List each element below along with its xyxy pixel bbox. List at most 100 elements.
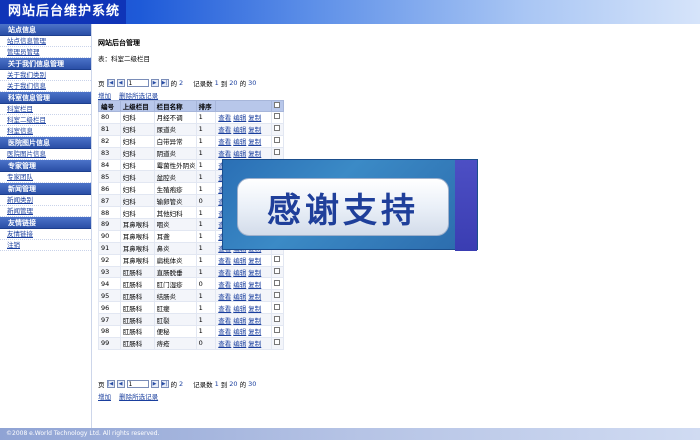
sidebar-item-site-info[interactable]: 站点信息管理 [0,36,91,47]
copy-link[interactable]: 复制 [248,269,261,277]
view-link[interactable]: 查看 [218,328,231,336]
edit-link[interactable]: 编辑 [233,317,246,325]
sidebar-link[interactable]: 友情链接 [7,230,33,238]
copy-link[interactable]: 复制 [248,281,261,289]
cell-parent: 肛肠科 [119,277,155,291]
edit-link[interactable]: 编辑 [233,281,246,289]
sidebar-link[interactable]: 管理员管理 [7,48,40,56]
row-checkbox[interactable] [274,268,281,275]
cell-id: 89 [98,218,121,231]
sidebar-item-friend-links[interactable]: 友情链接 [0,229,91,240]
page-number-input[interactable] [126,380,149,388]
last-page-button[interactable]: ▶| [160,380,169,388]
sidebar-item-hospital-images[interactable]: 医院图片信息 [0,149,91,160]
row-checkbox[interactable] [274,113,281,120]
sidebar-item-logout[interactable]: 注销 [0,240,91,251]
view-link[interactable]: 查看 [218,340,231,348]
view-link[interactable]: 查看 [218,293,231,301]
cell-ops: 查看编辑复制 [215,122,273,136]
sidebar-item-news-category[interactable]: 新闻类别 [0,195,91,206]
copy-link[interactable]: 复制 [248,114,261,122]
sidebar-item-admins[interactable]: 管理员管理 [0,47,91,58]
sidebar-item-about-info[interactable]: 关于我们信息 [0,81,91,92]
copy-link[interactable]: 复制 [248,138,261,146]
row-checkbox[interactable] [274,291,281,298]
cell-parent: 耳鼻喉科 [119,253,155,267]
row-checkbox[interactable] [274,256,281,263]
first-page-button[interactable]: |◀ [106,380,115,388]
sidebar-item-department-info[interactable]: 科室信息 [0,126,91,137]
sidebar-link[interactable]: 科室信息 [7,127,33,135]
sidebar-item-department-column[interactable]: 科室栏目 [0,104,91,115]
edit-link[interactable]: 编辑 [233,257,246,265]
sidebar-item-department-subcolumn[interactable]: 科室二级栏目 [0,115,91,126]
sidebar-item-about-category[interactable]: 关于我们类别 [0,70,91,81]
copy-link[interactable]: 复制 [248,126,261,134]
sidebar-item-news-manage[interactable]: 新闻管理 [0,206,91,217]
cell-parent: 肛肠科 [119,265,155,279]
prev-page-button[interactable]: ◀ [116,380,125,388]
add-button[interactable]: 增加 [98,92,111,100]
copy-link[interactable]: 复制 [248,305,261,313]
view-link[interactable]: 查看 [218,257,231,265]
sidebar-link[interactable]: 科室栏目 [7,105,33,113]
row-checkbox[interactable] [274,149,281,156]
copy-link[interactable]: 复制 [248,293,261,301]
delete-selected-button[interactable]: 删除所选记录 [119,92,158,100]
row-checkbox[interactable] [274,339,281,346]
edit-link[interactable]: 编辑 [233,293,246,301]
sidebar-link[interactable]: 关于我们信息 [7,82,46,90]
delete-selected-button[interactable]: 删除所选记录 [119,393,158,401]
copy-link[interactable]: 复制 [248,340,261,348]
table-caption: 表：科室二级栏目 [98,55,150,63]
next-page-button[interactable]: ▶ [150,380,159,388]
sidebar-link[interactable]: 专家团队 [7,173,33,181]
view-link[interactable]: 查看 [218,317,231,325]
row-checkbox[interactable] [274,327,281,334]
row-checkbox[interactable] [274,125,281,132]
row-checkbox[interactable] [274,279,281,286]
sidebar-link[interactable]: 站点信息管理 [7,37,46,45]
row-checkbox[interactable] [274,137,281,144]
view-link[interactable]: 查看 [218,138,231,146]
edit-link[interactable]: 编辑 [233,150,246,158]
sidebar-link[interactable]: 新闻类别 [7,196,33,204]
cell-order: 1 [195,170,217,184]
edit-link[interactable]: 编辑 [233,305,246,313]
view-link[interactable]: 查看 [218,114,231,122]
page-number-input[interactable] [126,79,149,87]
select-all-checkbox[interactable] [274,102,281,108]
edit-link[interactable]: 编辑 [233,340,246,348]
sidebar-link[interactable]: 新闻管理 [7,207,33,215]
sidebar-link[interactable]: 医院图片信息 [7,150,46,158]
edit-link[interactable]: 编辑 [233,269,246,277]
view-link[interactable]: 查看 [218,126,231,134]
row-checkbox[interactable] [274,315,281,322]
pager-page-label: 页 [98,80,105,88]
edit-link[interactable]: 编辑 [233,126,246,134]
cell-order: 1 [195,111,217,124]
sidebar-item-expert-team[interactable]: 专家团队 [0,172,91,183]
view-link[interactable]: 查看 [218,305,231,313]
edit-link[interactable]: 编辑 [233,138,246,146]
view-link[interactable]: 查看 [218,150,231,158]
row-checkbox[interactable] [274,303,281,310]
copy-link[interactable]: 复制 [248,317,261,325]
sidebar-link[interactable]: 关于我们类别 [7,71,46,79]
edit-link[interactable]: 编辑 [233,328,246,336]
prev-page-button[interactable]: ◀ [116,79,125,87]
sidebar-link[interactable]: 注销 [7,241,20,249]
next-page-button[interactable]: ▶ [150,79,159,87]
view-link[interactable]: 查看 [218,281,231,289]
copy-link[interactable]: 复制 [248,150,261,158]
pager-page-label: 页 [98,381,105,389]
first-page-button[interactable]: |◀ [106,79,115,87]
cell-name: 直肠脱垂 [153,265,197,279]
copy-link[interactable]: 复制 [248,328,261,336]
sidebar-link[interactable]: 科室二级栏目 [7,116,46,124]
edit-link[interactable]: 编辑 [233,114,246,122]
view-link[interactable]: 查看 [218,269,231,277]
add-button[interactable]: 增加 [98,393,111,401]
last-page-button[interactable]: ▶| [160,79,169,87]
copy-link[interactable]: 复制 [248,257,261,265]
